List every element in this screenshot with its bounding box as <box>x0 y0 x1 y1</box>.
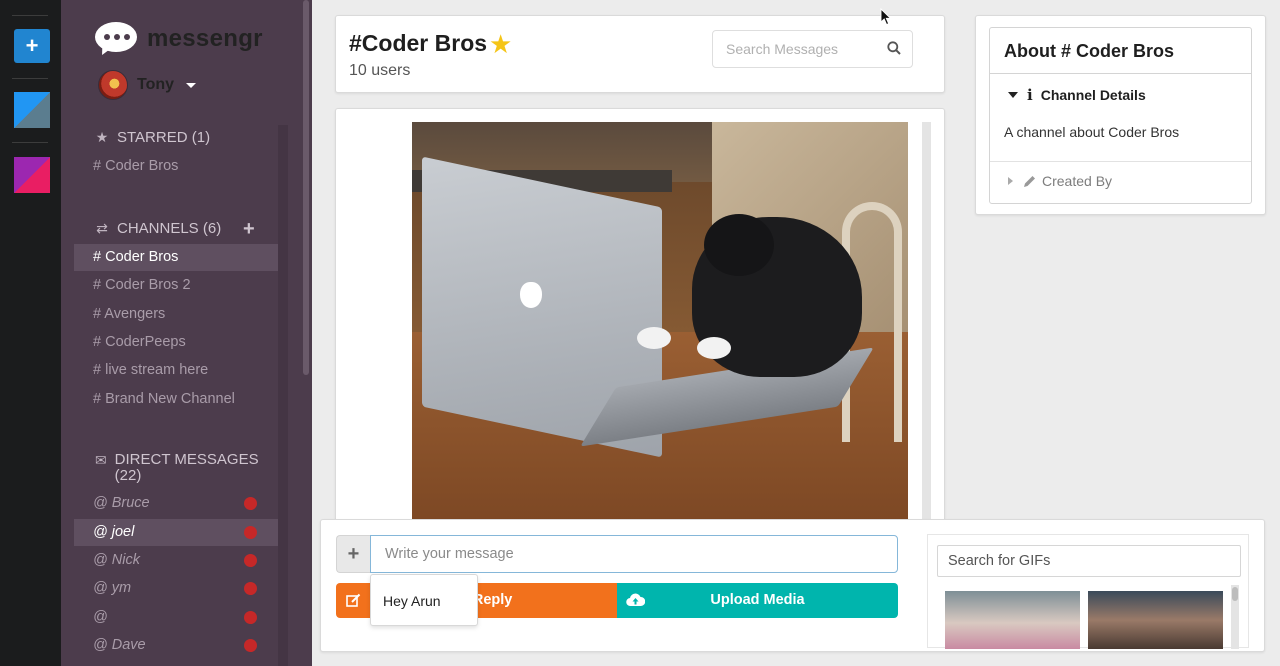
dm-item[interactable]: @ Dave <box>74 632 278 659</box>
upload-media-label: Upload Media <box>710 592 805 608</box>
caret-down-icon <box>186 82 197 88</box>
dm-title: DIRECT MESSAGES (22) <box>114 451 259 484</box>
chat-bubble-icon <box>95 22 137 58</box>
channel-details-toggle[interactable]: i Channel Details <box>990 86 1251 104</box>
workspace-tile-1[interactable] <box>14 92 50 128</box>
starred-title: STARRED (1) <box>117 129 211 146</box>
dm-item-label: @ joel <box>93 524 135 540</box>
mouse-cursor-icon <box>880 8 892 26</box>
dm-header: ✉ DIRECT MESSAGES (22) <box>94 452 264 484</box>
plus-icon: + <box>25 33 39 58</box>
mail-icon: ✉ <box>94 452 107 468</box>
pencil-icon <box>1024 175 1035 187</box>
upload-media-button[interactable]: Upload Media <box>617 583 898 618</box>
unread-badge <box>244 497 257 510</box>
dm-item[interactable]: @ Bruce <box>74 490 278 517</box>
sidebar-scroll-thumb[interactable] <box>303 0 309 375</box>
brand-logo: messengr <box>95 22 263 58</box>
message-list <box>335 108 945 529</box>
unread-badge <box>244 554 257 567</box>
info-icon: i <box>1027 86 1033 104</box>
channel-item[interactable]: # Coder Bros <box>74 244 278 271</box>
user-name: Tony <box>137 76 175 93</box>
dm-item-label: @ <box>93 609 108 625</box>
star-icon: ★ <box>95 129 109 145</box>
plus-icon: + <box>347 543 360 565</box>
channels-header: ⇄ CHANNELS (6) <box>94 220 221 237</box>
exchange-icon: ⇄ <box>96 220 108 236</box>
message-gif[interactable] <box>412 122 908 522</box>
dm-item-label: @ Nick <box>93 552 140 568</box>
dm-item-label: @ Bruce <box>93 495 150 511</box>
user-menu[interactable]: Tony <box>98 70 197 100</box>
unread-badge <box>244 582 257 595</box>
star-icon[interactable]: ★ <box>489 31 512 57</box>
brand-name: messengr <box>147 25 263 52</box>
rail-divider <box>12 78 48 79</box>
channels-title: CHANNELS (6) <box>117 220 222 237</box>
apple-logo-icon <box>520 282 542 308</box>
rail-divider <box>12 142 48 143</box>
channel-item[interactable]: # Coder Bros 2 <box>74 272 278 299</box>
rail-divider <box>12 15 48 16</box>
message-input[interactable] <box>370 535 898 573</box>
channel-item[interactable]: # live stream here <box>74 357 278 384</box>
dm-item-label: @ Dave <box>93 637 146 653</box>
channel-item[interactable]: # Brand New Channel <box>74 386 278 413</box>
channel-title: #Coder Bros ★ <box>349 30 512 57</box>
sidebar-track <box>278 125 288 666</box>
caret-right-icon <box>1008 177 1013 185</box>
unread-badge <box>244 639 257 652</box>
add-workspace-button[interactable]: + <box>14 29 50 63</box>
workspace-rail: + <box>0 0 61 666</box>
search-icon[interactable] <box>887 41 901 55</box>
workspace-tile-2[interactable] <box>14 157 50 193</box>
channel-item[interactable]: # CoderPeeps <box>74 329 278 356</box>
about-title: About # Coder Bros <box>990 28 1251 74</box>
gif-scrollbar[interactable] <box>1231 585 1239 649</box>
dm-item-label: @ ym <box>93 580 132 596</box>
search-input[interactable] <box>726 41 886 57</box>
attach-button[interactable]: + <box>336 535 370 573</box>
user-count: 10 users <box>349 62 411 79</box>
add-channel-button[interactable]: + <box>243 219 255 239</box>
starred-item[interactable]: # Coder Bros <box>74 153 278 180</box>
dm-item[interactable]: @ joel <box>74 519 278 546</box>
caret-down-icon <box>1008 92 1018 98</box>
created-by-label: Created By <box>1042 173 1113 189</box>
avatar <box>98 70 128 100</box>
gif-picker <box>927 534 1249 649</box>
channel-title-text: #Coder Bros <box>349 30 488 56</box>
unread-badge <box>244 526 257 539</box>
unread-badge <box>244 611 257 624</box>
gif-thumbnail[interactable] <box>945 591 1080 649</box>
created-by-toggle[interactable]: Created By <box>990 173 1251 189</box>
message-scrollbar[interactable] <box>922 122 931 529</box>
message-search[interactable] <box>712 30 913 68</box>
channel-item[interactable]: # Avengers <box>74 301 278 328</box>
about-accordion: About # Coder Bros i Channel Details A c… <box>989 27 1252 204</box>
gif-thumbnail[interactable] <box>1088 591 1223 649</box>
channel-description: A channel about Coder Bros <box>1004 124 1180 140</box>
starred-header: ★ STARRED (1) <box>94 129 210 146</box>
dm-item[interactable]: @ <box>74 604 278 631</box>
compose-panel: + Add Reply Upload Media Hey Arun <box>320 519 1265 652</box>
channel-about-panel: About # Coder Bros i Channel Details A c… <box>975 15 1266 215</box>
channel-header: #Coder Bros ★ 10 users <box>335 15 945 93</box>
suggestion-item[interactable]: Hey Arun <box>370 574 478 626</box>
dm-item[interactable]: @ ym <box>74 575 278 602</box>
gif-search-input[interactable] <box>937 545 1241 577</box>
plus-icon: + <box>243 218 255 240</box>
dm-item[interactable]: @ Nick <box>74 547 278 574</box>
accordion-divider <box>990 161 1251 162</box>
channel-details-label: Channel Details <box>1040 87 1146 103</box>
